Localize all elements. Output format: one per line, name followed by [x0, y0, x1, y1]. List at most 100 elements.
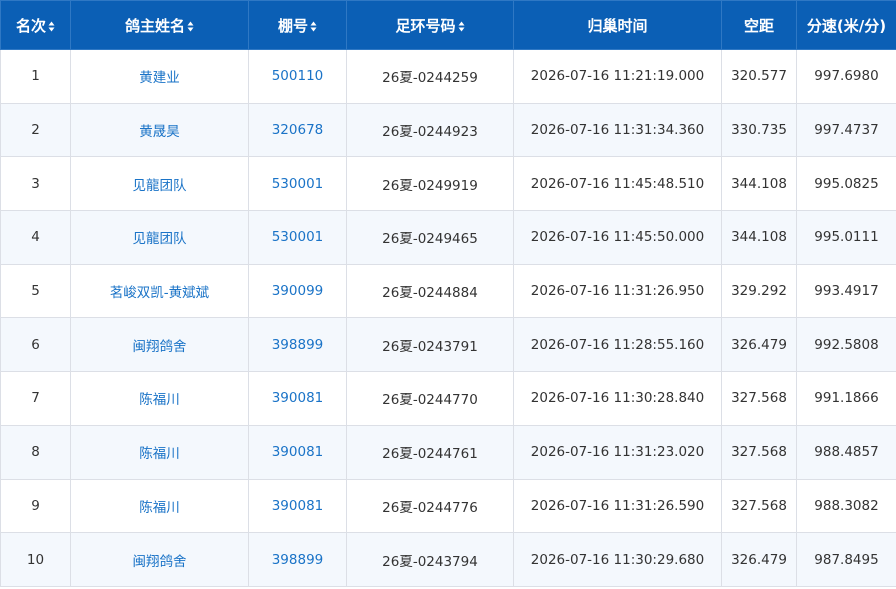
sort-updown-icon[interactable]	[48, 21, 55, 32]
cell-speed: 995.0825	[796, 156, 896, 212]
cell-loft-link[interactable]: 398899	[248, 532, 347, 587]
cell-time: 2026-07-16 11:30:28.840	[513, 371, 722, 426]
sort-updown-icon[interactable]	[310, 21, 317, 32]
cell-loft-link[interactable]: 390081	[248, 478, 347, 534]
cell-speed: 988.4857	[796, 424, 896, 480]
cell-speed: 995.0111	[796, 210, 896, 265]
table-row: 3 见龍团队 530001 26夏-0249919 2026-07-16 11:45:4…	[0, 156, 896, 212]
col-header-distance-label: 空距	[743, 16, 774, 35]
cell-distance: 344.108	[721, 156, 797, 212]
col-header-loft-label: 棚号	[277, 16, 308, 35]
cell-rank: 5	[0, 263, 71, 319]
header-row: 名次 鸽主姓名 棚号 足环号码 归巢时间 空距 分速(米/分)	[0, 0, 896, 50]
cell-ring: 26夏-0249465	[346, 210, 514, 265]
cell-distance: 327.568	[721, 424, 797, 480]
col-header-distance: 空距	[721, 0, 797, 50]
cell-distance: 344.108	[721, 210, 797, 265]
sort-updown-icon[interactable]	[187, 21, 194, 32]
cell-time: 2026-07-16 11:31:26.950	[513, 263, 722, 319]
cell-distance: 330.735	[721, 102, 797, 158]
cell-speed: 993.4917	[796, 263, 896, 319]
cell-ring: 26夏-0244761	[346, 424, 514, 480]
table-row: 4 见龍团队 530001 26夏-0249465 2026-07-16 11:45:5…	[0, 210, 896, 265]
cell-rank: 6	[0, 317, 71, 373]
cell-rank: 4	[0, 210, 71, 265]
table-row: 1 黄建业 500110 26夏-0244259 2026-07-16 11:21:19…	[0, 49, 896, 104]
cell-owner-link[interactable]: 闽翔鸽舍	[70, 317, 249, 373]
cell-distance: 327.568	[721, 478, 797, 534]
cell-ring: 26夏-0244884	[346, 263, 514, 319]
table-row: 6 闽翔鸽舍 398899 26夏-0243791 2026-07-16 11:28:5…	[0, 317, 896, 373]
cell-rank: 3	[0, 156, 71, 212]
cell-loft-link[interactable]: 530001	[248, 156, 347, 212]
cell-loft-link[interactable]: 320678	[248, 102, 347, 158]
cell-loft-link[interactable]: 390099	[248, 263, 347, 319]
cell-distance: 326.479	[721, 532, 797, 587]
col-header-owner[interactable]: 鸽主姓名	[70, 0, 249, 50]
cell-loft-link[interactable]: 398899	[248, 317, 347, 373]
col-header-loft[interactable]: 棚号	[248, 0, 347, 50]
table-row: 9 陈福川 390081 26夏-0244776 2026-07-16 11:31:26…	[0, 478, 896, 534]
cell-rank: 1	[0, 49, 71, 104]
cell-owner-link[interactable]: 陈福川	[70, 371, 249, 426]
cell-ring: 26夏-0244259	[346, 49, 514, 104]
cell-owner-link[interactable]: 闽翔鸽舍	[70, 532, 249, 587]
cell-time: 2026-07-16 11:45:48.510	[513, 156, 722, 212]
cell-rank: 10	[0, 532, 71, 587]
cell-ring: 26夏-0243791	[346, 317, 514, 373]
cell-time: 2026-07-16 11:31:23.020	[513, 424, 722, 480]
cell-time: 2026-07-16 11:31:34.360	[513, 102, 722, 158]
cell-ring: 26夏-0244776	[346, 478, 514, 534]
cell-rank: 8	[0, 424, 71, 480]
cell-distance: 327.568	[721, 371, 797, 426]
table-row: 10 闽翔鸽舍 398899 26夏-0243794 2026-07-16 11:30:…	[0, 532, 896, 587]
cell-loft-link[interactable]: 390081	[248, 371, 347, 426]
col-header-time-label: 归巢时间	[587, 16, 648, 35]
cell-owner-link[interactable]: 见龍团队	[70, 210, 249, 265]
cell-speed: 988.3082	[796, 478, 896, 534]
cell-distance: 329.292	[721, 263, 797, 319]
cell-time: 2026-07-16 11:31:26.590	[513, 478, 722, 534]
cell-time: 2026-07-16 11:28:55.160	[513, 317, 722, 373]
cell-owner-link[interactable]: 黄晟昊	[70, 102, 249, 158]
col-header-speed-label: 分速(米/分)	[806, 16, 887, 35]
cell-speed: 992.5808	[796, 317, 896, 373]
col-header-time: 归巢时间	[513, 0, 722, 50]
cell-rank: 9	[0, 478, 71, 534]
cell-loft-link[interactable]: 500110	[248, 49, 347, 104]
col-header-speed: 分速(米/分)	[796, 0, 896, 50]
table-row: 7 陈福川 390081 26夏-0244770 2026-07-16 11:30:28…	[0, 371, 896, 426]
table-row: 5 茗峻双凯-黄斌斌 390099 26夏-0244884 2026-07-16 11:…	[0, 263, 896, 319]
col-header-ring-label: 足环号码	[395, 16, 456, 35]
cell-rank: 7	[0, 371, 71, 426]
table-body: 1 黄建业 500110 26夏-0244259 2026-07-16 11:21:19…	[0, 49, 896, 587]
cell-loft-link[interactable]: 530001	[248, 210, 347, 265]
cell-owner-link[interactable]: 见龍团队	[70, 156, 249, 212]
cell-owner-link[interactable]: 茗峻双凯-黄斌斌	[70, 263, 249, 319]
cell-distance: 326.479	[721, 317, 797, 373]
cell-speed: 997.4737	[796, 102, 896, 158]
cell-owner-link[interactable]: 黄建业	[70, 49, 249, 104]
col-header-owner-label: 鸽主姓名	[124, 16, 185, 35]
cell-owner-link[interactable]: 陈福川	[70, 478, 249, 534]
table-row: 2 黄晟昊 320678 26夏-0244923 2026-07-16 11:31:34…	[0, 102, 896, 158]
cell-time: 2026-07-16 11:45:50.000	[513, 210, 722, 265]
cell-speed: 987.8495	[796, 532, 896, 587]
cell-ring: 26夏-0244923	[346, 102, 514, 158]
col-header-ring[interactable]: 足环号码	[346, 0, 514, 50]
col-header-rank-label: 名次	[15, 16, 46, 35]
cell-speed: 991.1866	[796, 371, 896, 426]
results-table: 名次 鸽主姓名 棚号 足环号码 归巢时间 空距 分速(米/分) 1 黄建业 5001…	[0, 0, 896, 587]
sort-updown-icon[interactable]	[458, 21, 465, 32]
col-header-rank[interactable]: 名次	[0, 0, 71, 50]
table-row: 8 陈福川 390081 26夏-0244761 2026-07-16 11:31:23…	[0, 424, 896, 480]
cell-time: 2026-07-16 11:21:19.000	[513, 49, 722, 104]
cell-ring: 26夏-0243794	[346, 532, 514, 587]
cell-time: 2026-07-16 11:30:29.680	[513, 532, 722, 587]
cell-speed: 997.6980	[796, 49, 896, 104]
cell-loft-link[interactable]: 390081	[248, 424, 347, 480]
cell-ring: 26夏-0244770	[346, 371, 514, 426]
cell-owner-link[interactable]: 陈福川	[70, 424, 249, 480]
table-header: 名次 鸽主姓名 棚号 足环号码 归巢时间 空距 分速(米/分)	[0, 0, 896, 50]
cell-ring: 26夏-0249919	[346, 156, 514, 212]
